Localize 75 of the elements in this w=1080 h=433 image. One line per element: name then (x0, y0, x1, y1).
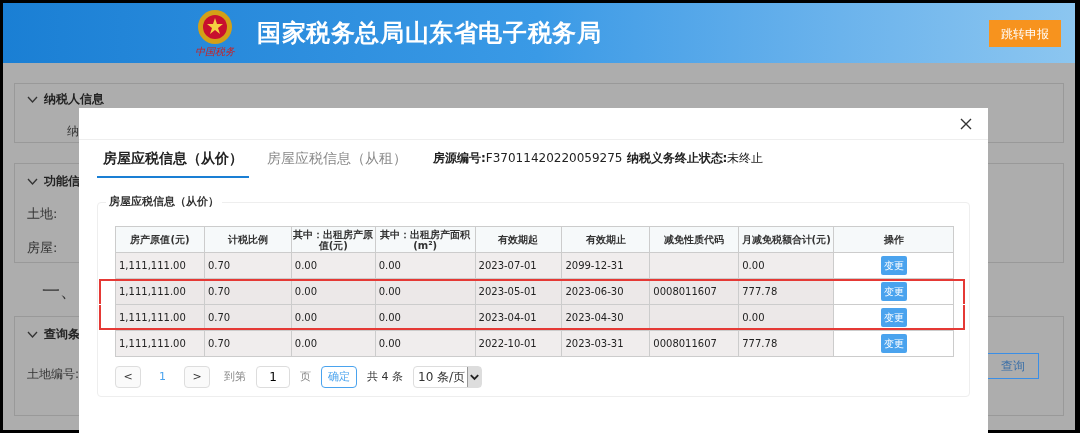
page-number[interactable]: 1 (151, 368, 174, 386)
info-value: 未终止 (727, 150, 764, 167)
column-header: 有效期起 (475, 226, 562, 253)
table-cell: 1,111,111.00 (119, 286, 186, 297)
table-cell: 1,111,111.00 (119, 312, 186, 323)
table-cell: 0.70 (207, 312, 231, 323)
table-cell: 2022-10-01 (478, 338, 537, 349)
table-cell: 777.78 (742, 338, 778, 349)
column-header: 操作 (833, 226, 954, 253)
goto-label: 到第 (224, 368, 246, 385)
next-page-button[interactable]: > (184, 366, 210, 388)
field-label: 纳 (67, 124, 79, 138)
logo-text: 中国税务 (195, 47, 235, 57)
table-cell: 0.00 (294, 312, 318, 323)
site-title: 国家税务总局山东省电子税务局 (257, 18, 602, 49)
tab[interactable]: 房屋应税信息（从价） (97, 140, 249, 178)
change-button[interactable]: 变更 (880, 256, 907, 275)
field-label: 土地编号: (27, 367, 80, 381)
table-cell: 2099-12-31 (565, 260, 624, 271)
table-cell: 0.00 (294, 286, 318, 297)
table-cell: 1,111,111.00 (119, 338, 186, 349)
total-count: 共 4 条 (367, 368, 403, 385)
table-cell: 0.00 (742, 260, 765, 271)
prev-page-button[interactable]: < (115, 366, 141, 388)
table-cell: 2023-07-01 (478, 260, 537, 271)
column-header: 减免性质代码 (649, 226, 739, 253)
table-cell: 0.00 (378, 260, 401, 271)
chevron-down-icon[interactable] (27, 177, 38, 185)
close-icon[interactable] (960, 117, 972, 130)
table-cell: 2023-04-01 (478, 312, 537, 323)
column-header: 其中：出租房产面积(m²) (375, 226, 476, 253)
field-label: 土地: (27, 205, 58, 223)
page-input[interactable]: 1 (256, 366, 290, 388)
page-unit: 页 (300, 368, 311, 385)
table-cell: 777.78 (742, 286, 778, 297)
chevron-down-icon[interactable] (27, 330, 38, 338)
table-cell: 0.00 (378, 338, 401, 349)
chevron-down-icon[interactable] (27, 95, 38, 103)
table-cell: 2023-03-31 (565, 338, 624, 349)
table-cell: 0.70 (207, 260, 231, 271)
change-button[interactable]: 变更 (880, 334, 907, 353)
chevron-down-icon (467, 367, 482, 387)
info-value: F37011420220059275 (485, 150, 623, 167)
column-header: 计税比例 (204, 226, 292, 253)
page-size-select[interactable]: 10 条/页 (413, 366, 483, 388)
info-label: 房源编号: (433, 150, 486, 167)
column-header: 月减免税额合计(元) (738, 226, 834, 253)
column-header: 其中：出租房产原值(元) (291, 226, 376, 253)
column-header: 有效期止 (561, 226, 650, 253)
field-label: 房屋: (27, 238, 58, 257)
table-cell: 0.00 (378, 286, 401, 297)
table-cell: 0.00 (294, 260, 318, 271)
section-heading: 一、 (42, 279, 78, 303)
table-cell: 0008011607 (653, 286, 717, 297)
change-button[interactable]: 变更 (880, 308, 907, 327)
table-cell: 0.00 (294, 338, 318, 349)
table-cell: 0.00 (378, 312, 401, 323)
table-cell: 0008011607 (653, 338, 717, 349)
section-title: 纳税人信息 (44, 91, 104, 108)
table-cell: 0.70 (207, 286, 231, 297)
section-title: 功能信 (44, 173, 80, 190)
table-cell: 0.00 (742, 312, 765, 323)
column-header: 房产原值(元) (115, 226, 205, 253)
section-title: 查询条 (44, 326, 80, 343)
table-cell: 0.70 (207, 338, 231, 349)
table-cell: 1,111,111.00 (119, 260, 186, 271)
info-label: 纳税义务终止状态: (626, 150, 728, 167)
table-cell: 2023-04-30 (565, 312, 624, 323)
table-cell: 2023-05-01 (478, 286, 537, 297)
emblem-icon (195, 9, 235, 47)
jump-declare-button[interactable]: 跳转申报 (989, 20, 1061, 47)
change-button[interactable]: 变更 (880, 282, 907, 301)
table-cell: 2023-06-30 (565, 286, 624, 297)
tab[interactable]: 房屋应税信息（从租） (249, 140, 425, 178)
confirm-button[interactable]: 确定 (321, 366, 357, 388)
